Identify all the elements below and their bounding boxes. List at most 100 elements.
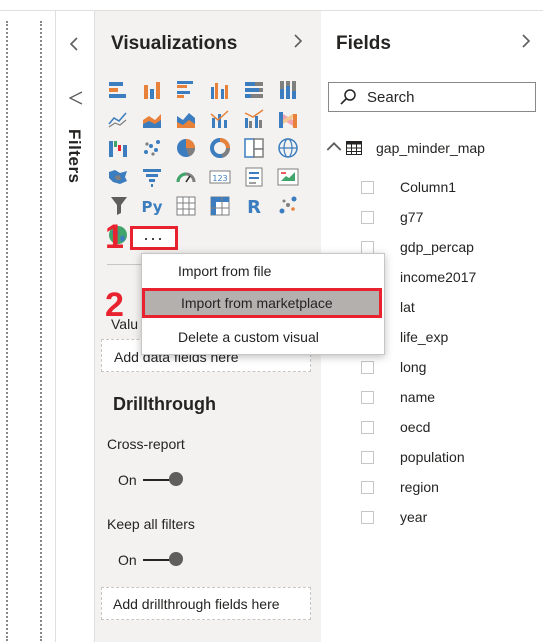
ribbon-chart-icon[interactable] <box>277 108 299 130</box>
line-and-column-chart-icon[interactable] <box>209 108 231 130</box>
stacked-bar-chart-icon[interactable] <box>107 79 129 101</box>
step-1-annotation: 1 <box>105 218 124 256</box>
cross-report-label: Cross-report <box>107 436 185 452</box>
pie-chart-icon[interactable] <box>175 137 197 159</box>
toggle-track <box>142 472 183 486</box>
field-label: g77 <box>400 209 424 225</box>
chevron-right-icon[interactable] <box>520 33 532 54</box>
field-checkbox[interactable] <box>361 450 374 464</box>
matrix-icon[interactable] <box>209 195 231 217</box>
svg-text:R: R <box>247 197 261 217</box>
top-border <box>0 0 543 11</box>
waterfall-chart-icon[interactable] <box>107 137 129 159</box>
donut-chart-icon[interactable] <box>209 137 231 159</box>
area-chart-icon[interactable] <box>141 108 163 130</box>
field-checkbox[interactable] <box>361 210 374 224</box>
field-label: year <box>400 509 428 525</box>
key-influencers-icon[interactable] <box>277 195 299 217</box>
field-label: name <box>400 389 436 405</box>
table-icon <box>346 140 362 155</box>
cross-report-state: On <box>118 472 137 488</box>
scatter-chart-icon[interactable] <box>141 137 163 159</box>
keep-all-filters-label: Keep all filters <box>107 516 195 532</box>
svg-text:123: 123 <box>212 174 227 183</box>
field-label: gdp_percap <box>400 239 474 255</box>
more-visuals-button[interactable]: ... <box>130 225 178 250</box>
stacked-column-chart-icon[interactable] <box>141 79 163 101</box>
field-checkbox[interactable] <box>361 510 374 524</box>
filled-map-icon[interactable] <box>107 166 129 188</box>
values-label: Valu <box>111 316 138 332</box>
drillthrough-title: Drillthrough <box>113 394 216 414</box>
menu-item-import-from-file[interactable]: Import from file <box>142 256 384 286</box>
treemap-icon[interactable] <box>243 137 265 159</box>
field-label: region <box>400 479 439 495</box>
fields-search-input[interactable]: Search <box>328 82 536 112</box>
report-canvas-edge <box>0 11 42 642</box>
toggle-thumb[interactable] <box>168 552 183 566</box>
field-label: oecd <box>400 419 431 435</box>
python-visual-icon[interactable]: Py <box>141 195 163 217</box>
stacked-area-chart-icon[interactable] <box>175 108 197 130</box>
multi-row-card-icon[interactable] <box>243 166 265 188</box>
field-name[interactable]: name <box>361 387 435 407</box>
slicer-icon[interactable] <box>107 195 129 217</box>
clustered-bar-chart-icon[interactable] <box>175 79 197 101</box>
more-visuals-menu: Import from file Import from marketplace… <box>141 253 385 355</box>
chevron-up-icon[interactable] <box>326 139 342 156</box>
cross-report-toggle[interactable]: On <box>118 472 183 488</box>
card-icon[interactable]: 123 <box>209 166 231 188</box>
r-visual-icon[interactable]: R <box>243 195 265 217</box>
field-checkbox[interactable] <box>361 180 374 194</box>
kpi-icon[interactable] <box>277 166 299 188</box>
field-label: life_exp <box>400 329 449 345</box>
search-icon <box>340 89 356 105</box>
filters-pane: Filters <box>55 11 94 642</box>
table-gap-minder-map[interactable]: gap_minder_map <box>326 139 485 156</box>
gauge-icon[interactable] <box>175 166 197 188</box>
filters-label[interactable]: Filters <box>64 129 84 184</box>
menu-item-import-from-marketplace[interactable]: Import from marketplace <box>142 288 382 318</box>
toggle-track <box>142 552 183 566</box>
chevron-left-icon[interactable] <box>68 36 80 57</box>
100-stacked-column-chart-icon[interactable] <box>277 79 299 101</box>
keep-all-filters-state: On <box>118 552 137 568</box>
svg-text:Py: Py <box>141 198 162 216</box>
canvas-guide-right <box>40 21 42 641</box>
table-icon[interactable] <box>175 195 197 217</box>
field-label: lat <box>400 299 415 315</box>
funnel-chart-icon[interactable] <box>141 166 163 188</box>
toggle-thumb[interactable] <box>168 472 183 486</box>
field-label: income2017 <box>400 269 477 285</box>
visualizations-title: Visualizations <box>111 33 238 54</box>
100-stacked-bar-chart-icon[interactable] <box>243 79 265 101</box>
clustered-column-chart-icon[interactable] <box>209 79 231 101</box>
line-chart-icon[interactable] <box>107 108 129 130</box>
field-checkbox[interactable] <box>361 390 374 404</box>
field-region[interactable]: region <box>361 477 439 497</box>
search-placeholder: Search <box>367 88 415 106</box>
chevron-right-icon[interactable] <box>292 33 304 54</box>
table-name: gap_minder_map <box>376 139 485 156</box>
field-checkbox[interactable] <box>361 480 374 494</box>
field-population[interactable]: population <box>361 447 465 467</box>
field-long[interactable]: long <box>361 357 426 377</box>
line-and-clustered-column-chart-icon[interactable] <box>243 108 265 130</box>
menu-item-delete-custom-visual[interactable]: Delete a custom visual <box>142 322 384 352</box>
field-oecd[interactable]: oecd <box>361 417 430 437</box>
field-year[interactable]: year <box>361 507 427 527</box>
field-label: long <box>400 359 427 375</box>
fields-title: Fields <box>336 33 391 54</box>
map-icon[interactable] <box>277 137 299 159</box>
field-checkbox[interactable] <box>361 360 374 374</box>
field-column1[interactable]: Column1 <box>361 177 456 197</box>
keep-all-filters-toggle[interactable]: On <box>118 552 183 568</box>
field-g77[interactable]: g77 <box>361 207 423 227</box>
field-label: population <box>400 449 465 465</box>
field-checkbox[interactable] <box>361 420 374 434</box>
canvas-guide-left <box>6 21 8 641</box>
funnel-icon <box>68 91 83 109</box>
drillthrough-drop-zone[interactable]: Add drillthrough fields here <box>101 587 311 620</box>
field-checkbox[interactable] <box>361 240 374 254</box>
field-label: Column1 <box>400 179 457 195</box>
